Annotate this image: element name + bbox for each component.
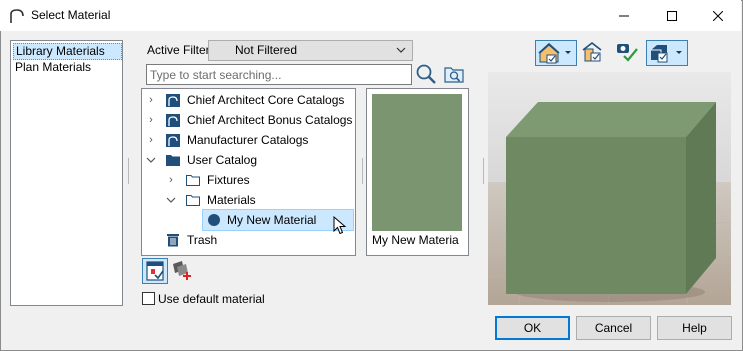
tree-item-fixtures[interactable]: › Fixtures (142, 170, 355, 190)
search-placeholder: Type to start searching... (150, 68, 282, 82)
active-filter-select[interactable]: Not Filtered (208, 40, 413, 61)
list-item-plan-materials[interactable]: Plan Materials (13, 60, 93, 75)
tree-item-trash[interactable]: Trash (142, 230, 355, 250)
maximize-icon (667, 10, 677, 21)
folder-outline-icon (186, 175, 200, 186)
window-title: Select Material (31, 8, 111, 22)
verify-button[interactable] (614, 40, 640, 64)
folder-outline-icon (186, 195, 200, 206)
door-view-icon (582, 41, 602, 62)
tree-item-label: Trash (187, 233, 218, 247)
material-preview-tile[interactable]: My New Materia (366, 88, 469, 256)
tree-item-label: Materials (207, 193, 256, 207)
view-box-button[interactable] (646, 40, 688, 66)
material-3d-preview[interactable] (488, 72, 731, 305)
tree-item-materials[interactable]: Materials (142, 190, 355, 210)
catalog-book-icon (166, 114, 180, 127)
catalog-book-icon (166, 94, 180, 107)
splitter-handle[interactable] (362, 158, 363, 184)
ok-button[interactable]: OK (495, 316, 570, 340)
folder-filled-icon (166, 155, 180, 166)
house-view-icon (538, 42, 571, 64)
tree-item-label: Chief Architect Core Catalogs (187, 93, 345, 107)
camera-check-icon (617, 44, 638, 62)
chevron-down-icon (396, 47, 406, 53)
material-dot-icon (208, 214, 220, 226)
tree-item-label: My New Material (227, 213, 317, 227)
cancel-button[interactable]: Cancel (576, 316, 651, 340)
box-view-icon (651, 45, 682, 63)
catalog-search-icon[interactable] (443, 64, 465, 84)
search-input[interactable]: Type to start searching... (146, 64, 412, 85)
title-bar: Select Material (0, 0, 741, 31)
chevron-right-icon[interactable]: › (146, 130, 156, 150)
maximize-button[interactable] (649, 0, 695, 31)
view-door-button[interactable] (580, 40, 604, 64)
material-swatch-label: My New Materia (372, 233, 459, 247)
trash-icon (167, 234, 179, 247)
chevron-right-icon[interactable]: › (146, 110, 156, 130)
tree-item-my-new-material[interactable]: My New Material (202, 209, 354, 235)
app-logo-icon (10, 9, 24, 23)
tree-item-label: Chief Architect Bonus Catalogs (187, 113, 353, 127)
search-icon[interactable] (415, 63, 437, 85)
view-house-button[interactable] (535, 40, 577, 66)
splitter-handle[interactable] (483, 158, 484, 184)
minimize-button[interactable] (601, 0, 647, 31)
use-default-material-checkbox[interactable] (142, 292, 155, 305)
cube-preview-image (488, 72, 731, 305)
tree-item-user-catalog[interactable]: User Catalog (142, 150, 355, 170)
tree-item-label: User Catalog (187, 153, 258, 167)
splitter-handle[interactable] (128, 158, 129, 184)
material-source-list: Library Materials Plan Materials (10, 40, 123, 306)
catalog-tree: › Chief Architect Core Catalogs › Chief … (141, 88, 356, 256)
help-button[interactable]: Help (657, 316, 732, 340)
tree-item-core-catalogs[interactable]: › Chief Architect Core Catalogs (142, 90, 355, 110)
add-material-button[interactable] (170, 258, 194, 282)
tree-item-bonus-catalogs[interactable]: › Chief Architect Bonus Catalogs (142, 110, 355, 130)
material-swatch (372, 94, 462, 231)
tree-item-label: Fixtures (207, 173, 250, 187)
chevron-down-icon[interactable] (146, 150, 156, 170)
tree-item-manufacturer-catalogs[interactable]: › Manufacturer Catalogs (142, 130, 355, 150)
material-info-button[interactable] (142, 258, 168, 284)
use-default-material-label: Use default material (158, 292, 265, 306)
close-icon (713, 10, 723, 21)
chevron-right-icon[interactable]: › (166, 170, 176, 190)
chevron-right-icon[interactable]: › (146, 90, 156, 110)
active-filter-value: Not Filtered (235, 43, 298, 57)
minimize-icon (619, 15, 629, 16)
add-material-icon (173, 261, 191, 280)
list-item-library-materials[interactable]: Library Materials (13, 43, 122, 60)
chevron-down-icon[interactable] (166, 190, 176, 210)
tree-item-label: Manufacturer Catalogs (187, 133, 309, 147)
properties-icon (146, 261, 164, 281)
close-button[interactable] (695, 0, 741, 31)
active-filter-label: Active Filter: (147, 43, 214, 57)
catalog-book-icon (166, 134, 180, 147)
